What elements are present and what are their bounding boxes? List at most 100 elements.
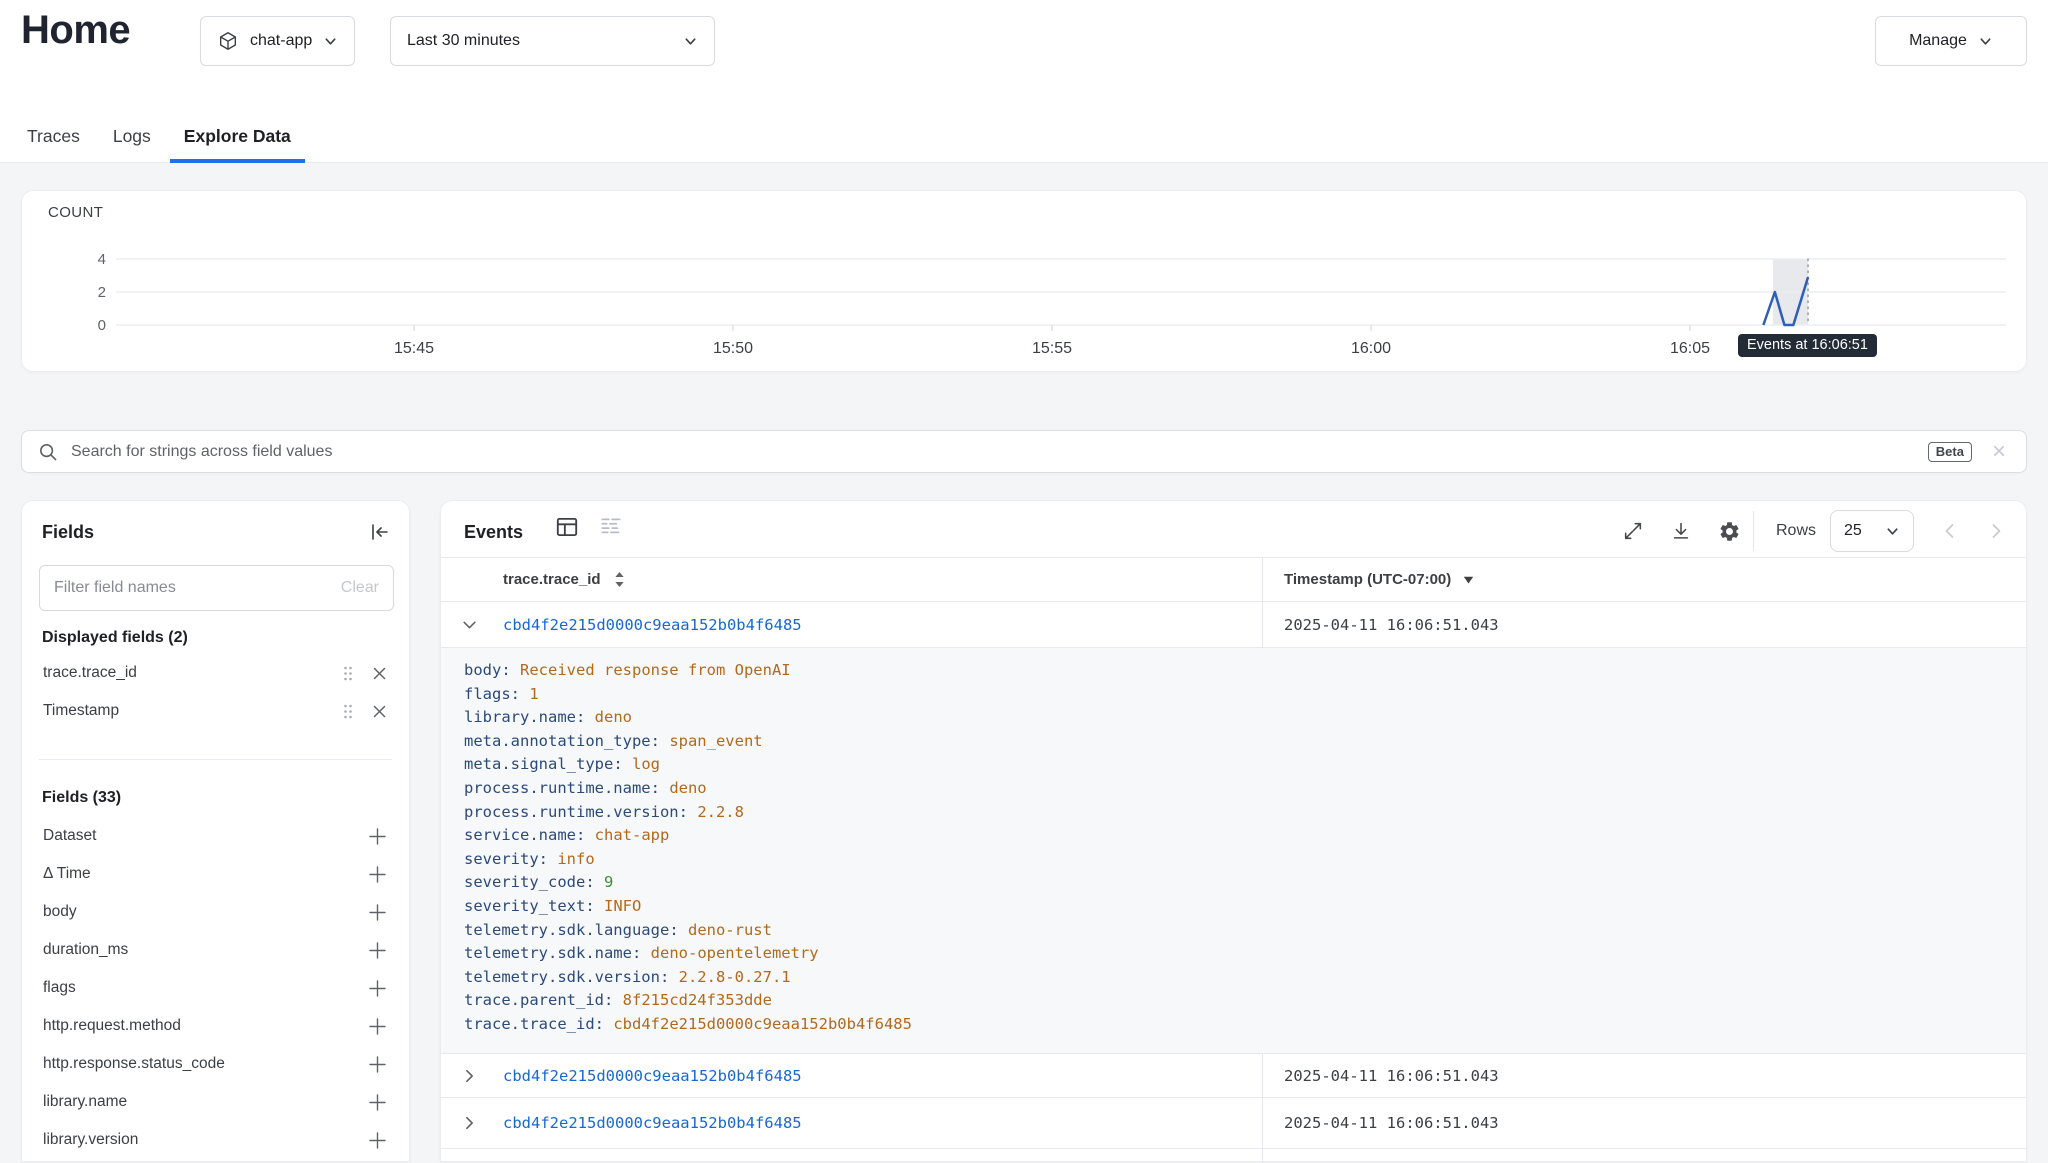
column-header-trace-id[interactable]: trace.trace_id <box>503 558 625 601</box>
remove-field-icon[interactable] <box>372 704 387 719</box>
tab-explore-data[interactable]: Explore Data <box>170 112 305 163</box>
fields-panel-title: Fields <box>42 522 94 543</box>
expand-icon[interactable] <box>1622 520 1644 542</box>
x-tick-label: 15:50 <box>713 340 753 357</box>
detail-value: INFO <box>604 897 641 915</box>
tab-logs[interactable]: Logs <box>99 112 165 163</box>
tab-bar: Traces Logs Explore Data <box>13 112 310 163</box>
add-field-icon[interactable] <box>368 979 387 998</box>
detail-value: Received response from OpenAI <box>520 661 791 679</box>
detail-key: severity <box>464 850 557 868</box>
column-header-label: trace.trace_id <box>503 571 601 588</box>
detail-line: bodyReceived response from OpenAI <box>464 659 2026 683</box>
list-view-icon[interactable] <box>598 514 624 540</box>
detail-line: service.namechat-app <box>464 824 2026 848</box>
detail-value: 8f215cd24f353dde <box>623 991 772 1009</box>
add-field-icon[interactable] <box>368 941 387 960</box>
add-field-icon[interactable] <box>368 1131 387 1150</box>
tab-traces[interactable]: Traces <box>13 112 94 163</box>
displayed-fields-header: Displayed fields (2) <box>42 629 188 647</box>
add-field-icon[interactable] <box>368 827 387 846</box>
detail-key: meta.signal_type <box>464 755 632 773</box>
event-detail-block: bodyReceived response from OpenAI flags1… <box>441 648 2026 1054</box>
add-field-icon[interactable] <box>368 1017 387 1036</box>
field-name: duration_ms <box>43 941 368 959</box>
add-field-icon[interactable] <box>368 865 387 884</box>
detail-key: body <box>464 661 520 679</box>
time-range-label: Last 30 minutes <box>407 32 520 50</box>
trace-id-link[interactable]: cbd4f2e215d0000c9eaa152b0b4f6485 <box>503 1114 802 1132</box>
beta-badge: Beta <box>1928 442 1972 462</box>
chart-plot-area[interactable]: 42015:4515:5015:5516:0016:05 <box>22 241 2028 373</box>
column-header-timestamp[interactable]: Timestamp (UTC-07:00) <box>1284 571 1474 588</box>
clear-filter-button[interactable]: Clear <box>341 579 379 597</box>
search-input[interactable] <box>71 443 1928 461</box>
detail-key: meta.annotation_type <box>464 732 669 750</box>
detail-line: library.namedeno <box>464 706 2026 730</box>
field-filter-input[interactable] <box>54 579 341 597</box>
rows-per-page-select[interactable]: 25 <box>1830 510 1914 552</box>
detail-key: trace.parent_id <box>464 991 623 1009</box>
field-name: http.request.method <box>43 1017 368 1035</box>
x-tick-label: 16:05 <box>1670 340 1710 357</box>
chevron-down-icon[interactable] <box>461 616 478 633</box>
remove-field-icon[interactable] <box>372 666 387 681</box>
y-tick-label: 0 <box>98 317 106 334</box>
x-tick-label: 15:55 <box>1032 340 1072 357</box>
detail-line: severity_code9 <box>464 871 2026 895</box>
divider <box>39 759 392 760</box>
chart-title: COUNT <box>48 204 103 221</box>
previous-page-icon[interactable] <box>1940 521 1960 541</box>
settings-gear-icon[interactable] <box>1718 520 1741 543</box>
detail-line: severityinfo <box>464 848 2026 872</box>
field-row-duration-ms[interactable]: duration_ms <box>22 931 409 969</box>
collapse-panel-icon[interactable] <box>369 521 391 543</box>
event-row[interactable]: cbd4f2e215d0000c9eaa152b0b4f6485 2025-04… <box>441 1054 2026 1098</box>
detail-value: deno <box>669 779 706 797</box>
field-row-dataset[interactable]: Dataset <box>22 817 409 855</box>
displayed-field-row[interactable]: trace.trace_id <box>22 654 409 692</box>
trace-id-link[interactable]: cbd4f2e215d0000c9eaa152b0b4f6485 <box>503 616 802 634</box>
download-icon[interactable] <box>1670 520 1692 542</box>
drag-handle-icon[interactable] <box>342 665 354 682</box>
detail-line: telemetry.sdk.version2.2.8-0.27.1 <box>464 966 2026 990</box>
detail-key: process.runtime.version <box>464 803 697 821</box>
sort-desc-icon <box>1463 576 1474 584</box>
detail-line: process.runtime.version2.2.8 <box>464 801 2026 825</box>
next-page-icon[interactable] <box>1986 521 2006 541</box>
fields-panel: Fields Clear Displayed fields (2) trace.… <box>21 500 410 1162</box>
trace-id-link[interactable]: cbd4f2e215d0000c9eaa152b0b4f6485 <box>503 1067 802 1085</box>
field-row-http-request-method[interactable]: http.request.method <box>22 1007 409 1045</box>
field-row-library-version[interactable]: library.version <box>22 1121 409 1159</box>
add-field-icon[interactable] <box>368 1055 387 1074</box>
detail-value: chat-app <box>595 826 670 844</box>
field-row-delta-time[interactable]: Δ Time <box>22 855 409 893</box>
detail-key: telemetry.sdk.language <box>464 921 688 939</box>
resource-picker-dropdown[interactable]: chat-app <box>200 16 355 66</box>
manage-button[interactable]: Manage <box>1875 16 2027 66</box>
event-row[interactable]: cbd4f2e215d0000c9eaa152b0b4f6485 2025-04… <box>441 1098 2026 1149</box>
chevron-right-icon[interactable] <box>461 1067 478 1084</box>
detail-key: library.name <box>464 708 595 726</box>
detail-value: 9 <box>604 873 613 891</box>
field-name: Δ Time <box>43 865 368 883</box>
field-row-flags[interactable]: flags <box>22 969 409 1007</box>
detail-line: process.runtime.namedeno <box>464 777 2026 801</box>
event-row[interactable]: cbd4f2e215d0000c9eaa152b0b4f6485 2025-04… <box>441 602 2026 648</box>
field-row-http-response-status-code[interactable]: http.response.status_code <box>22 1045 409 1083</box>
time-range-dropdown[interactable]: Last 30 minutes <box>390 16 715 66</box>
add-field-icon[interactable] <box>368 903 387 922</box>
detail-line: meta.signal_typelog <box>464 753 2026 777</box>
chevron-right-icon[interactable] <box>461 1115 478 1132</box>
detail-value: log <box>632 755 660 773</box>
drag-handle-icon[interactable] <box>342 703 354 720</box>
pagination <box>1940 521 2006 541</box>
app-header: Home chat-app Last 30 minutes Manage Tra… <box>0 0 2048 163</box>
close-icon[interactable]: × <box>1992 440 2006 464</box>
field-row-library-name[interactable]: library.name <box>22 1083 409 1121</box>
detail-value: 1 <box>529 685 538 703</box>
displayed-field-row[interactable]: Timestamp <box>22 692 409 730</box>
table-view-icon[interactable] <box>554 514 580 540</box>
add-field-icon[interactable] <box>368 1093 387 1112</box>
field-row-body[interactable]: body <box>22 893 409 931</box>
